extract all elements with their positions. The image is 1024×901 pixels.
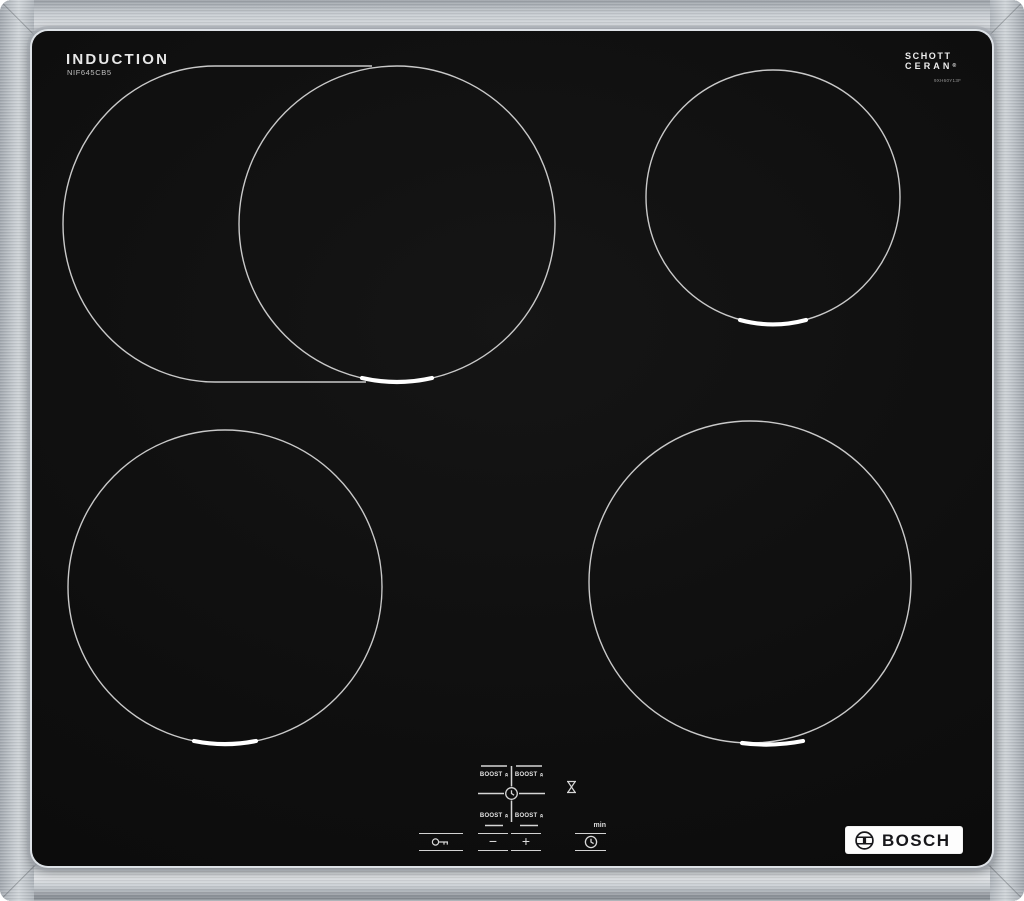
plus-glyph: +	[522, 834, 530, 850]
steel-frame-left	[0, 0, 34, 901]
power-minus-key[interactable]: −	[478, 833, 508, 851]
boost-label: BOOST	[480, 813, 503, 819]
power-boost-icon: »	[537, 773, 545, 777]
steel-frame-right	[990, 0, 1024, 901]
ceramic-glass-surface	[32, 31, 992, 866]
power-boost-icon: »	[502, 773, 510, 777]
child-lock-key[interactable]	[419, 833, 463, 851]
timer-min-label: min	[575, 822, 606, 829]
zone-select-key-rear-left[interactable]: BOOST»	[478, 769, 510, 781]
bosch-induction-cooktop: INDUCTION NIF645CB5 SCHOTT CERAN® 9XH60Y…	[0, 0, 1024, 901]
schott-ceran-line2: CERAN®	[905, 62, 956, 71]
steel-frame-top	[0, 0, 1024, 34]
schott-ceran-logo: SCHOTT CERAN®	[905, 52, 956, 70]
clock-icon	[584, 835, 598, 849]
boost-label: BOOST	[480, 772, 503, 778]
steel-frame-bottom	[0, 864, 1024, 901]
schott-ceran-line1: SCHOTT	[905, 52, 956, 61]
key-icon	[430, 837, 452, 847]
boost-label: BOOST	[515, 813, 538, 819]
minus-glyph: −	[489, 834, 497, 850]
power-boost-icon: »	[502, 814, 510, 818]
bosch-logo-badge: BOSCH	[845, 826, 963, 854]
model-number-label: NIF645CB5	[67, 68, 112, 77]
glass-serial-code: 9XH60Y13F	[934, 78, 961, 83]
power-plus-key[interactable]: +	[511, 833, 541, 851]
bosch-wordmark: BOSCH	[882, 832, 950, 849]
boost-label: BOOST	[515, 772, 538, 778]
zone-select-key-front-left[interactable]: BOOST»	[478, 810, 510, 822]
registered-trademark-symbol: ®	[953, 63, 957, 69]
power-boost-icon: »	[537, 814, 545, 818]
zone-select-key-rear-right[interactable]: BOOST»	[513, 769, 545, 781]
timer-key[interactable]	[575, 833, 606, 851]
zone-select-key-front-right[interactable]: BOOST»	[513, 810, 545, 822]
bosch-armature-icon	[854, 830, 875, 851]
induction-label: INDUCTION	[66, 51, 169, 68]
